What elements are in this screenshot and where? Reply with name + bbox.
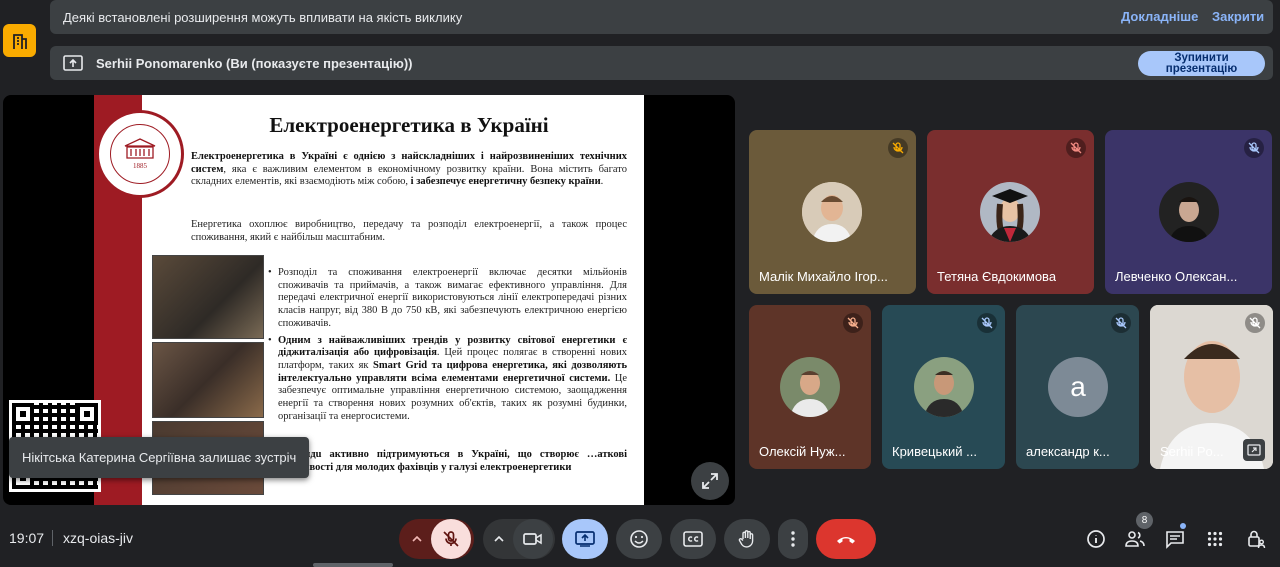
video-options-button[interactable] bbox=[485, 519, 513, 559]
chat-notification-dot bbox=[1180, 523, 1186, 529]
close-banner-link[interactable]: Закрити bbox=[1212, 9, 1264, 24]
avatar: а bbox=[1048, 357, 1108, 417]
participant-tile[interactable]: Малік Михайло Ігор... bbox=[749, 130, 916, 294]
avatar bbox=[1159, 182, 1219, 242]
slide-closing: …трендu активно підтримуються в Україні,… bbox=[278, 449, 627, 473]
participant-left-toast: Нікітська Катерина Сергіївна залишає зус… bbox=[9, 437, 310, 478]
avatar bbox=[802, 182, 862, 242]
slide-photo-lecture bbox=[152, 342, 264, 418]
slide-paragraph-1: Електроенергетика в Україні є однією з н… bbox=[191, 151, 627, 188]
participant-tile[interactable]: а александр к... bbox=[1016, 305, 1139, 469]
scroll-indicator bbox=[313, 563, 393, 567]
expand-icon bbox=[702, 473, 718, 489]
muted-mic-icon bbox=[1111, 313, 1131, 333]
slide-bullet-1: Розподіл та споживання електроенергії вк… bbox=[268, 267, 627, 331]
microphone-control bbox=[399, 519, 474, 559]
chat-button[interactable] bbox=[1163, 527, 1187, 551]
university-building-icon bbox=[124, 138, 156, 159]
mic-off-icon bbox=[442, 531, 459, 547]
participant-name: александр к... bbox=[1026, 444, 1110, 459]
stop-presenting-button[interactable]: Зупинити презентацію bbox=[1138, 51, 1265, 76]
slide-photo-classroom bbox=[152, 255, 264, 339]
captions-button[interactable] bbox=[670, 519, 716, 559]
muted-mic-icon bbox=[1245, 313, 1265, 333]
chat-icon bbox=[1166, 531, 1184, 549]
current-time: 19:07 bbox=[9, 530, 45, 546]
camera-icon bbox=[523, 533, 542, 545]
participant-name: Левченко Олексан... bbox=[1115, 269, 1238, 284]
chevron-up-icon bbox=[494, 536, 504, 542]
participant-tile[interactable]: Левченко Олексан... bbox=[1105, 130, 1272, 294]
slide-paragraph-2: Енергетика охоплює виробництво, передачу… bbox=[191, 219, 627, 243]
participant-tile[interactable]: Олексій Нуж... bbox=[749, 305, 871, 469]
unmute-microphone-button[interactable] bbox=[430, 519, 471, 559]
divider bbox=[52, 530, 53, 546]
muted-mic-icon bbox=[1244, 138, 1264, 158]
self-video-tile[interactable]: Serhii Po... bbox=[1150, 305, 1273, 469]
participant-count-badge: 8 bbox=[1136, 512, 1153, 529]
chevron-up-icon bbox=[411, 536, 422, 542]
leave-call-button[interactable] bbox=[816, 519, 876, 559]
apps-grid-icon bbox=[1207, 531, 1223, 547]
raise-hand-button[interactable] bbox=[724, 519, 770, 559]
slide-title: Електроенергетика в Україні bbox=[269, 113, 549, 137]
participant-name: Олексій Нуж... bbox=[759, 444, 846, 459]
app-badge[interactable] bbox=[3, 24, 36, 57]
people-icon bbox=[1125, 531, 1145, 547]
picture-in-picture-button[interactable] bbox=[1243, 439, 1265, 461]
people-button[interactable] bbox=[1123, 527, 1147, 551]
emoji-icon bbox=[630, 530, 648, 548]
muted-mic-icon bbox=[888, 138, 908, 158]
avatar bbox=[914, 357, 974, 417]
lock-person-icon bbox=[1248, 530, 1266, 549]
present-screen-icon bbox=[63, 55, 83, 71]
camera-control bbox=[483, 519, 555, 559]
present-screen-button[interactable] bbox=[562, 519, 608, 559]
hang-up-icon bbox=[837, 537, 855, 544]
participant-tile[interactable]: Тетяна Євдокимова bbox=[927, 130, 1094, 294]
meeting-details-button[interactable] bbox=[1084, 527, 1108, 551]
avatar bbox=[980, 182, 1040, 242]
extensions-warning-text: Деякі встановлені розширення можуть впли… bbox=[63, 9, 463, 25]
hand-icon bbox=[738, 530, 754, 548]
info-icon bbox=[1087, 530, 1105, 548]
participant-name: Тетяна Євдокимова bbox=[937, 269, 1057, 284]
captions-icon bbox=[683, 531, 703, 547]
avatar bbox=[780, 357, 840, 417]
host-controls-button[interactable] bbox=[1244, 527, 1268, 551]
audio-options-button[interactable] bbox=[403, 519, 431, 559]
participant-name: Малік Михайло Ігор... bbox=[759, 269, 888, 284]
more-options-button[interactable] bbox=[778, 519, 808, 559]
reactions-button[interactable] bbox=[616, 519, 662, 559]
fullscreen-button[interactable] bbox=[691, 462, 729, 500]
muted-mic-icon bbox=[843, 313, 863, 333]
details-link[interactable]: Докладніше bbox=[1121, 9, 1198, 24]
extensions-warning-banner: Деякі встановлені розширення можуть впли… bbox=[50, 0, 1273, 34]
participant-name: Serhii Po... bbox=[1160, 444, 1224, 459]
participant-tile[interactable]: Кривецький ... bbox=[882, 305, 1005, 469]
present-screen-icon bbox=[575, 531, 595, 547]
meeting-code: xzq-oias-jiv bbox=[63, 530, 134, 546]
muted-mic-icon bbox=[977, 313, 997, 333]
presentation-banner: Serhii Ponomarenko (Ви (показуєте презен… bbox=[50, 46, 1273, 80]
university-logo: 1885 bbox=[96, 110, 184, 198]
stop-presenting-label-2: презентацію bbox=[1165, 62, 1238, 75]
toast-text: Нікітська Катерина Сергіївна залишає зус… bbox=[22, 450, 297, 465]
activities-button[interactable] bbox=[1203, 527, 1227, 551]
slide-bullet-2: Одним з найважливіших трендів у розвитку… bbox=[268, 335, 627, 424]
pip-icon bbox=[1247, 444, 1261, 456]
more-vert-icon bbox=[791, 531, 795, 547]
participant-name: Кривецький ... bbox=[892, 444, 977, 459]
presenter-status-text: Serhii Ponomarenko (Ви (показуєте презен… bbox=[96, 55, 413, 71]
logo-year: 1885 bbox=[133, 162, 147, 170]
slide-bullets: Розподіл та споживання електроенергії вк… bbox=[268, 267, 627, 427]
building-icon bbox=[12, 33, 27, 49]
meeting-control-bar: 19:07 xzq-oias-jiv bbox=[0, 510, 1280, 567]
camera-toggle-button[interactable] bbox=[513, 519, 553, 559]
muted-mic-icon bbox=[1066, 138, 1086, 158]
